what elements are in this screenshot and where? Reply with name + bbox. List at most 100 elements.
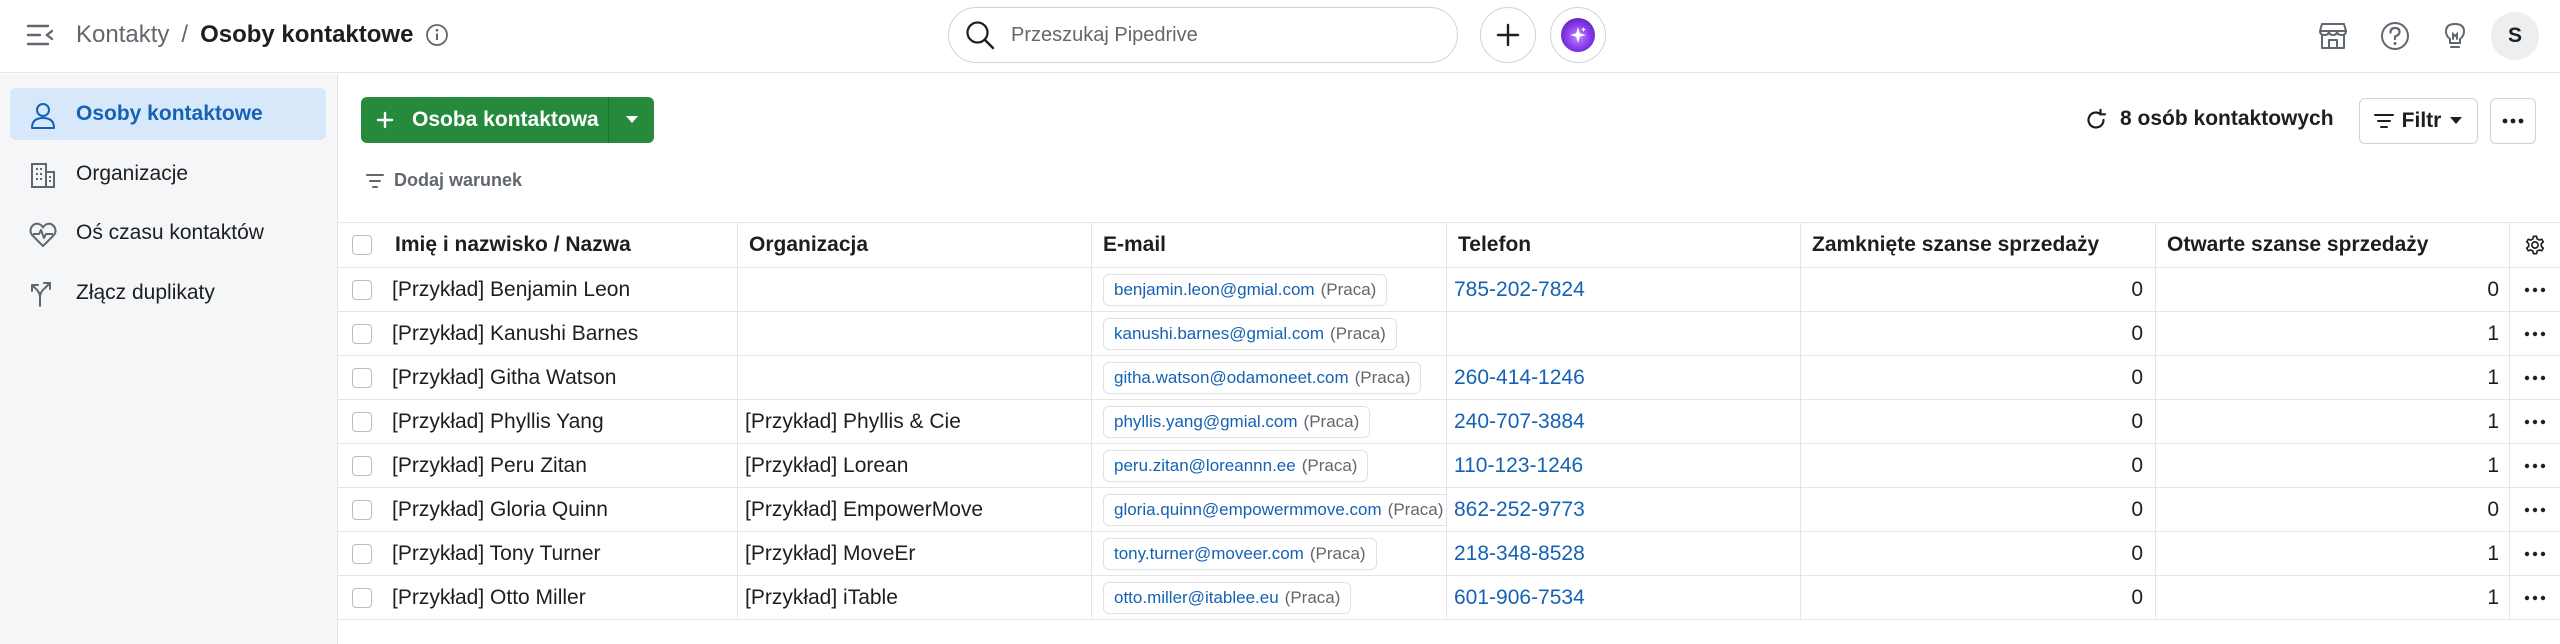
help-icon[interactable] [2378,19,2412,53]
person-name[interactable]: [Przykład] Tony Turner [385,532,738,575]
person-name[interactable]: [Przykład] Kanushi Barnes [385,312,738,355]
email-link[interactable]: githa.watson@odamoneet.com [1114,368,1349,388]
organization-name[interactable] [738,268,1092,311]
row-checkbox[interactable] [351,367,372,388]
email-chip[interactable]: otto.miller@itablee.eu (Praca) [1103,581,1352,614]
row-select-cell [338,356,385,399]
organization-name[interactable] [738,312,1092,355]
filter-label: Filtr [2401,109,2442,132]
phone-link[interactable]: 260-414-1246 [1454,366,1585,390]
person-name[interactable]: [Przykład] Otto Miller [385,576,738,619]
email-link[interactable]: phyllis.yang@gmial.com [1114,412,1298,432]
phone-link[interactable]: 862-252-9773 [1454,498,1585,522]
add-options-dropdown[interactable] [608,97,654,143]
email-link[interactable]: otto.miller@itablee.eu [1114,588,1279,608]
more-horizontal-icon[interactable] [2524,463,2546,469]
organization-name[interactable] [738,356,1092,399]
table-row[interactable]: [Przykład] Peru Zitan [Przykład] Lorean … [338,444,2560,488]
organization-name[interactable]: [Przykład] Phyllis & Cie [738,400,1092,443]
table-row[interactable]: [Przykład] Otto Miller [Przykład] iTable… [338,576,2560,620]
open-deals-count: 0 [2156,488,2510,531]
row-checkbox[interactable] [351,543,372,564]
person-name[interactable]: [Przykład] Githa Watson [385,356,738,399]
row-checkbox[interactable] [351,455,372,476]
table-row[interactable]: [Przykład] Kanushi Barnes kanushi.barnes… [338,312,2560,356]
row-checkbox[interactable] [351,411,372,432]
more-horizontal-icon[interactable] [2524,331,2546,337]
email-chip[interactable]: peru.zitan@loreannn.ee (Praca) [1103,449,1369,482]
table-row[interactable]: [Przykład] Tony Turner [Przykład] MoveEr… [338,532,2560,576]
email-link[interactable]: gloria.quinn@empowermmove.com [1114,500,1382,520]
filter-button[interactable]: Filtr [2359,98,2478,144]
column-header-open-deals[interactable]: Otwarte szanse sprzedaży [2156,223,2510,267]
email-chip[interactable]: benjamin.leon@gmial.com (Praca) [1103,273,1388,306]
phone-cell: 785-202-7824 [1447,268,1801,311]
phone-link[interactable]: 601-906-7534 [1454,586,1585,610]
ai-assistant-button[interactable] [1550,7,1606,63]
organization-name[interactable]: [Przykład] Lorean [738,444,1092,487]
info-icon[interactable] [425,23,449,47]
gear-icon[interactable] [2524,234,2546,256]
row-checkbox[interactable] [351,279,372,300]
table-row[interactable]: [Przykład] Githa Watson githa.watson@oda… [338,356,2560,400]
column-header-phone[interactable]: Telefon [1447,223,1801,267]
select-all-checkbox[interactable] [351,235,372,255]
sidebar-item-people[interactable]: Osoby kontaktowe [10,88,326,140]
refresh-icon[interactable] [2084,108,2108,132]
organization-name[interactable]: [Przykład] EmpowerMove [738,488,1092,531]
email-chip[interactable]: tony.turner@moveer.com (Praca) [1103,537,1377,570]
column-header-email[interactable]: E-mail [1092,223,1447,267]
quick-add-button[interactable] [1480,7,1536,63]
row-select-cell [338,312,385,355]
person-name[interactable]: [Przykład] Gloria Quinn [385,488,738,531]
email-link[interactable]: tony.turner@moveer.com [1114,544,1304,564]
add-person-button[interactable]: Osoba kontaktowa [361,97,608,143]
more-options-button[interactable] [2490,98,2536,144]
organization-name[interactable]: [Przykład] iTable [738,576,1092,619]
phone-link[interactable]: 110-123-1246 [1454,454,1583,478]
search-box[interactable] [948,7,1458,63]
phone-link[interactable]: 785-202-7824 [1454,278,1585,302]
email-chip[interactable]: gloria.quinn@empowermmove.com (Praca) [1103,493,1446,526]
avatar[interactable]: S [2491,12,2539,60]
email-link[interactable]: benjamin.leon@gmial.com [1114,280,1315,300]
sidebar-item-merge-duplicates[interactable]: Złącz duplikaty [10,267,326,319]
email-link[interactable]: peru.zitan@loreannn.ee [1114,456,1296,476]
sidebar-item-timeline[interactable]: Oś czasu kontaktów [10,207,326,259]
more-horizontal-icon[interactable] [2524,507,2546,513]
table-row[interactable]: [Przykład] Gloria Quinn [Przykład] Empow… [338,488,2560,532]
person-name[interactable]: [Przykład] Phyllis Yang [385,400,738,443]
lightbulb-icon[interactable] [2438,19,2472,53]
sidebar-item-organizations[interactable]: Organizacje [10,148,326,200]
email-link[interactable]: kanushi.barnes@gmial.com [1114,324,1324,344]
column-header-name[interactable]: Imię i nazwisko / Nazwa [385,223,738,267]
breadcrumb-root-link[interactable]: Kontakty [76,21,169,49]
person-name[interactable]: [Przykład] Peru Zitan [385,444,738,487]
row-checkbox[interactable] [351,499,372,520]
more-horizontal-icon[interactable] [2524,551,2546,557]
table-row[interactable]: [Przykład] Benjamin Leon benjamin.leon@g… [338,268,2560,312]
more-horizontal-icon[interactable] [2524,287,2546,293]
open-deals-count: 1 [2156,576,2510,619]
more-horizontal-icon[interactable] [2524,419,2546,425]
row-checkbox[interactable] [351,587,372,608]
organization-name[interactable]: [Przykład] MoveEr [738,532,1092,575]
row-select-cell [338,488,385,531]
email-chip[interactable]: kanushi.barnes@gmial.com (Praca) [1103,317,1397,350]
column-header-organization[interactable]: Organizacja [738,223,1092,267]
search-input[interactable] [1011,23,1411,47]
email-type-label: (Praca) [1387,499,1444,519]
more-horizontal-icon[interactable] [2524,595,2546,601]
phone-link[interactable]: 240-707-3884 [1454,410,1585,434]
row-checkbox[interactable] [351,323,372,344]
table-row[interactable]: [Przykład] Phyllis Yang [Przykład] Phyll… [338,400,2560,444]
add-condition-button[interactable]: Dodaj warunek [366,170,522,191]
email-chip[interactable]: phyllis.yang@gmial.com (Praca) [1103,405,1371,438]
person-name[interactable]: [Przykład] Benjamin Leon [385,268,738,311]
marketplace-icon[interactable] [2316,19,2350,53]
phone-link[interactable]: 218-348-8528 [1454,542,1585,566]
email-chip[interactable]: githa.watson@odamoneet.com (Praca) [1103,361,1422,394]
more-horizontal-icon[interactable] [2524,375,2546,381]
column-header-closed-deals[interactable]: Zamknięte szanse sprzedaży [1801,223,2156,267]
sidebar-toggle-icon[interactable] [26,22,56,48]
